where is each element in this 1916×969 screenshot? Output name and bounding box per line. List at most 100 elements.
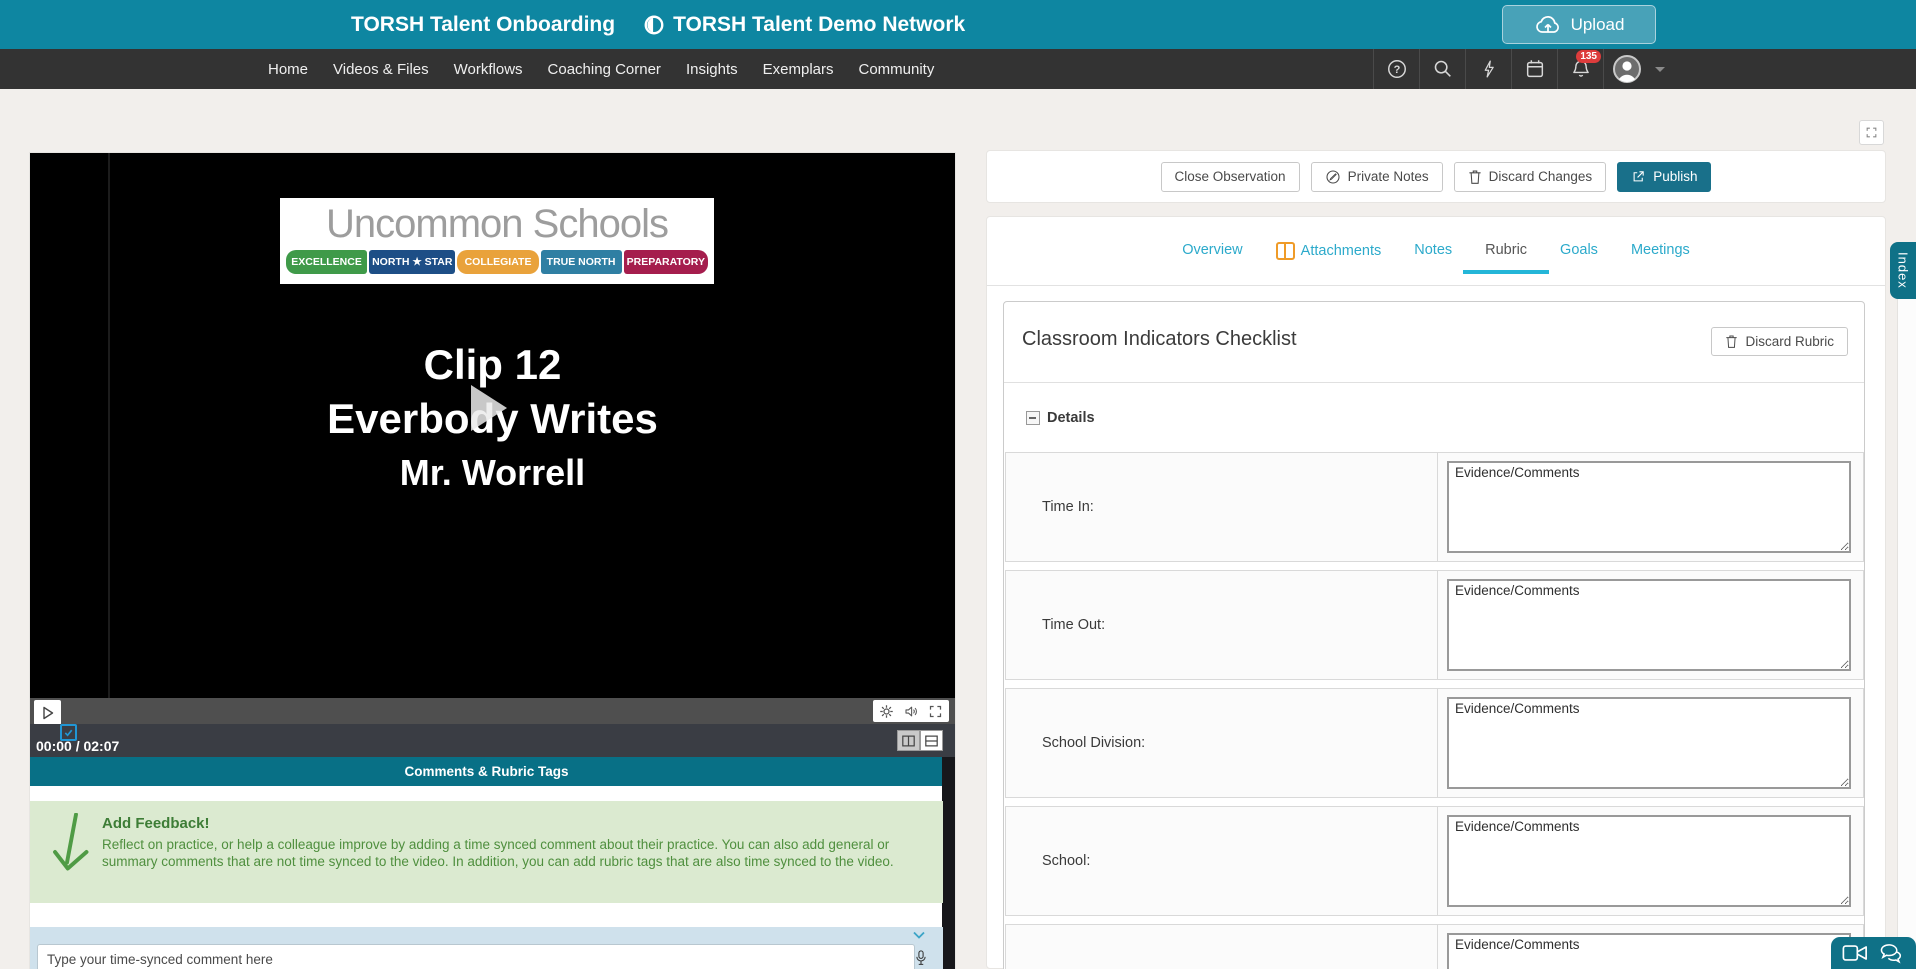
- video-controls-bar[interactable]: [30, 698, 955, 724]
- rubric-row-school: School:: [1005, 806, 1864, 916]
- rubric-header: Classroom Indicators Checklist Discard R…: [1004, 302, 1864, 383]
- discard-changes-button[interactable]: Discard Changes: [1454, 162, 1607, 192]
- player-substrip: 00:00 / 02:07: [30, 724, 955, 757]
- volume-icon[interactable]: [903, 704, 919, 719]
- tab-goals[interactable]: Goals: [1560, 242, 1598, 274]
- private-notes-button[interactable]: Private Notes: [1311, 162, 1443, 192]
- chat-widget: [1831, 937, 1916, 969]
- row-field: [1438, 807, 1863, 915]
- nav-item-workflows[interactable]: Workflows: [454, 61, 523, 78]
- collapse-minus-icon[interactable]: [1026, 411, 1040, 425]
- controls-right-group: [873, 700, 949, 722]
- tab-label: Goals: [1560, 242, 1598, 258]
- tab-rubric[interactable]: Rubric: [1485, 242, 1527, 274]
- evidence-comments-textarea[interactable]: [1447, 697, 1851, 789]
- banner-segment: EXCELLENCE: [286, 250, 367, 274]
- discard-changes-label: Discard Changes: [1489, 169, 1593, 184]
- trash-icon: [1725, 334, 1738, 349]
- lightning-icon[interactable]: [1465, 49, 1511, 89]
- time-synced-comment-input[interactable]: [37, 944, 915, 969]
- evidence-comments-textarea[interactable]: [1447, 815, 1851, 907]
- nav-item-community[interactable]: Community: [859, 61, 935, 78]
- banner-segment: TRUE NORTH: [541, 250, 622, 274]
- video-frame[interactable]: Uncommon Schools EXCELLENCE NORTH ★ STAR…: [30, 153, 955, 698]
- play-overlay-icon[interactable]: [471, 385, 507, 431]
- search-icon[interactable]: [1419, 49, 1465, 89]
- microphone-icon[interactable]: [915, 949, 927, 967]
- play-button[interactable]: [34, 700, 61, 725]
- upload-button[interactable]: Upload: [1502, 5, 1656, 44]
- page-scrollbar[interactable]: [1897, 242, 1916, 969]
- pencil-circle-icon: [1325, 169, 1341, 185]
- nav-item-insights[interactable]: Insights: [686, 61, 738, 78]
- account-menu-caret[interactable]: [1655, 67, 1665, 72]
- rows-layout-toggle[interactable]: [920, 730, 943, 751]
- observation-actions-bar: Close Observation Private Notes Discard …: [986, 150, 1886, 203]
- private-notes-label: Private Notes: [1348, 169, 1429, 184]
- rubric-checklist-card: Classroom Indicators Checklist Discard R…: [1003, 301, 1865, 969]
- publish-button[interactable]: Publish: [1617, 162, 1711, 192]
- index-side-tab[interactable]: Index: [1890, 242, 1916, 299]
- fullscreen-icon[interactable]: [928, 704, 943, 719]
- rubric-row-time-out: Time Out:: [1005, 570, 1864, 680]
- tab-notes[interactable]: Notes: [1414, 242, 1452, 274]
- chevron-down-icon[interactable]: [911, 928, 927, 942]
- close-observation-button[interactable]: Close Observation: [1161, 162, 1300, 192]
- rubric-row: [1005, 924, 1864, 969]
- evidence-comments-textarea[interactable]: [1447, 933, 1851, 969]
- discard-rubric-button[interactable]: Discard Rubric: [1711, 327, 1848, 356]
- close-observation-label: Close Observation: [1175, 169, 1286, 184]
- logo-banner: EXCELLENCE NORTH ★ STAR COLLEGIATE TRUE …: [286, 250, 708, 274]
- tab-label: Overview: [1182, 242, 1242, 258]
- nav-item-home[interactable]: Home: [268, 61, 308, 78]
- nav-item-coaching-corner[interactable]: Coaching Corner: [548, 61, 661, 78]
- notification-badge: 135: [1576, 50, 1601, 63]
- layout-toggle-group: [897, 730, 943, 751]
- chat-bubbles-icon[interactable]: [1878, 943, 1905, 964]
- calendar-icon[interactable]: [1511, 49, 1557, 89]
- trash-icon: [1468, 169, 1482, 185]
- feedback-body: Reflect on practice, or help a colleague…: [50, 836, 923, 870]
- tab-overview[interactable]: Overview: [1182, 242, 1242, 274]
- uncommon-schools-logo: Uncommon Schools EXCELLENCE NORTH ★ STAR…: [280, 198, 714, 284]
- nav-items: Home Videos & Files Workflows Coaching C…: [268, 49, 934, 89]
- rubric-title: Classroom Indicators Checklist: [1022, 328, 1297, 351]
- row-field: [1438, 571, 1863, 679]
- time-display: 00:00 / 02:07: [36, 738, 119, 754]
- comments-bar-title: Comments & Rubric Tags: [404, 764, 568, 779]
- add-feedback-callout: Add Feedback! Reflect on practice, or he…: [30, 801, 943, 903]
- columns-layout-toggle[interactable]: [897, 730, 920, 751]
- banner-segment: NORTH ★ STAR: [369, 250, 455, 274]
- nav-item-videos-files[interactable]: Videos & Files: [333, 61, 429, 78]
- expand-panel-button[interactable]: [1859, 120, 1884, 145]
- cloud-upload-icon: [1534, 13, 1562, 37]
- network-title-group: TORSH Talent Demo Network: [643, 13, 965, 37]
- settings-gear-icon[interactable]: [879, 704, 894, 719]
- svg-text:?: ?: [1393, 64, 1400, 76]
- row-label: School Division:: [1006, 689, 1438, 797]
- row-field: [1438, 453, 1863, 561]
- notifications-bell-icon[interactable]: 135: [1557, 49, 1603, 89]
- observation-detail-card: Overview Attachments Notes Rubric Goals …: [986, 216, 1886, 969]
- evidence-comments-textarea[interactable]: [1447, 579, 1851, 671]
- publish-icon: [1631, 169, 1646, 184]
- page: TORSH Talent Onboarding TORSH Talent Dem…: [0, 0, 1916, 969]
- video-camera-icon[interactable]: [1842, 943, 1868, 963]
- rubric-row-school-division: School Division:: [1005, 688, 1864, 798]
- publish-label: Publish: [1653, 169, 1697, 184]
- tab-label: Attachments: [1301, 243, 1382, 259]
- banner-segment: PREPARATORY: [624, 250, 708, 274]
- avatar[interactable]: [1603, 49, 1649, 89]
- comment-input-strip: [30, 927, 943, 969]
- rubric-row-time-in: Time In:: [1005, 452, 1864, 562]
- nav-item-exemplars[interactable]: Exemplars: [763, 61, 834, 78]
- evidence-comments-textarea[interactable]: [1447, 461, 1851, 553]
- tab-meetings[interactable]: Meetings: [1631, 242, 1690, 274]
- row-field: [1438, 689, 1863, 797]
- discard-rubric-label: Discard Rubric: [1745, 334, 1834, 349]
- tab-attachments[interactable]: Attachments: [1276, 242, 1382, 276]
- comments-scrollbar[interactable]: [942, 757, 955, 969]
- torsh-logo-icon: [643, 14, 665, 36]
- help-icon[interactable]: ?: [1373, 49, 1419, 89]
- comments-rubric-tags-bar[interactable]: Comments & Rubric Tags: [30, 757, 943, 786]
